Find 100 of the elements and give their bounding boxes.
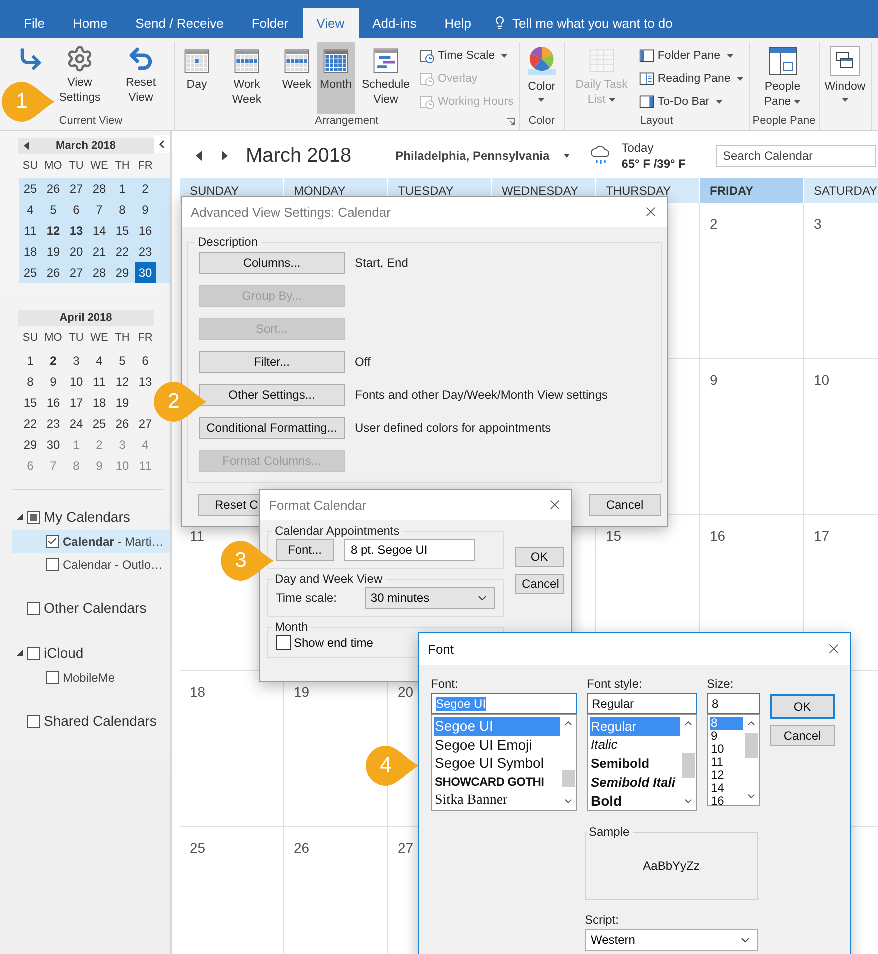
date[interactable]: 4 — [95, 350, 104, 371]
list-item[interactable]: Segoe UI Emoji — [434, 736, 560, 754]
ribbon-button[interactable]: Reset View — [111, 42, 171, 114]
date[interactable]: 27 — [68, 178, 84, 199]
date[interactable]: 28 — [92, 262, 108, 283]
date[interactable]: 17 — [68, 392, 84, 413]
date[interactable]: 30 — [46, 434, 62, 455]
ribbon-tab[interactable]: Send / Receive — [122, 8, 238, 38]
ribbon-button[interactable]: Week — [278, 42, 316, 114]
date[interactable]: 10 — [68, 371, 84, 392]
ribbon-button[interactable]: Window — [822, 42, 868, 114]
ribbon-tab[interactable]: View — [302, 8, 359, 38]
scroll-thumb[interactable] — [745, 733, 758, 758]
calendar-day-cell[interactable]: 26 — [284, 827, 388, 954]
date[interactable]: 26 — [46, 178, 62, 199]
calendar-day-cell[interactable]: 3 — [804, 203, 878, 359]
expander-icon[interactable] — [17, 650, 23, 656]
date[interactable]: 29 — [114, 262, 130, 283]
date[interactable]: 5 — [118, 350, 127, 371]
date[interactable]: 15 — [114, 220, 130, 241]
checkbox[interactable] — [46, 671, 59, 684]
dialog-button[interactable]: Cancel — [589, 494, 661, 516]
date[interactable]: 2 — [141, 178, 150, 199]
ribbon-button[interactable]: Month — [317, 42, 355, 114]
ribbon-button[interactable]: Color — [522, 42, 561, 114]
font-button[interactable]: Font... — [276, 539, 334, 561]
date[interactable]: 18 — [92, 392, 108, 413]
date[interactable]: 8 — [26, 371, 35, 392]
date[interactable]: 23 — [138, 241, 154, 262]
date[interactable]: 6 — [72, 199, 81, 220]
expander-icon[interactable] — [17, 514, 23, 520]
folder-name[interactable]: Shared Calendars — [44, 713, 157, 729]
list-item[interactable]: 11 — [710, 756, 743, 769]
date[interactable]: 2 — [49, 350, 58, 371]
date[interactable]: 25 — [92, 413, 108, 434]
date[interactable]: 21 — [92, 241, 108, 262]
date[interactable]: 27 — [138, 413, 154, 434]
date[interactable]: 9 — [49, 371, 58, 392]
calendar-day-cell[interactable]: 2 — [700, 203, 804, 359]
checkbox[interactable] — [46, 535, 59, 548]
dialog-button[interactable]: Columns... — [199, 252, 345, 274]
date[interactable]: 11 — [23, 220, 38, 241]
date[interactable]: 28 — [92, 178, 108, 199]
dialog-button[interactable]: Filter... — [199, 351, 345, 373]
date[interactable]: 1 — [118, 178, 127, 199]
list-item[interactable]: SHOWCARD GOTHI — [434, 772, 560, 792]
ribbon-tab[interactable]: Add-ins — [358, 8, 431, 38]
date[interactable]: 16 — [46, 392, 62, 413]
date[interactable]: 19 — [114, 392, 130, 413]
list-item[interactable]: 9 — [710, 730, 743, 743]
list-item[interactable]: 10 — [710, 743, 743, 756]
date[interactable]: 13 — [68, 220, 84, 241]
date[interactable]: 14 — [92, 220, 108, 241]
dialog-button[interactable]: Other Settings... — [199, 384, 345, 406]
date[interactable]: 6 — [141, 350, 150, 371]
calendar-day-cell[interactable]: 10 — [804, 359, 878, 515]
dialog-button[interactable]: Cancel — [515, 574, 564, 594]
text-field[interactable]: 8 — [707, 693, 760, 714]
date[interactable]: 15 — [22, 392, 38, 413]
date[interactable]: 20 — [68, 241, 84, 262]
list-item[interactable]: Semibold Itali — [590, 772, 680, 792]
checkbox[interactable] — [46, 558, 59, 571]
ribbon-button[interactable]: Reading Pane — [636, 69, 746, 89]
calendar-day-cell[interactable]: 25 — [180, 827, 284, 954]
date[interactable]: 22 — [114, 241, 130, 262]
list-item[interactable]: Segoe UI Symbol — [434, 754, 560, 773]
date[interactable]: 19 — [46, 241, 62, 262]
search-field[interactable]: Search Calendar — [716, 145, 876, 167]
ribbon-button[interactable]: Folder Pane — [636, 46, 746, 66]
calendar-item[interactable]: Calendar - Outlo… — [12, 553, 170, 576]
dialog-button[interactable]: OK — [515, 547, 564, 567]
list-item[interactable]: 16 — [710, 795, 743, 805]
date[interactable]: 24 — [68, 413, 84, 434]
date[interactable]: 12 — [46, 220, 62, 241]
ribbon-tab[interactable]: Home — [58, 8, 122, 38]
date[interactable]: 29 — [22, 434, 38, 455]
folder-name[interactable]: My Calendars — [44, 509, 130, 525]
ribbon-button[interactable]: Schedule View — [356, 42, 416, 114]
date[interactable]: 11 — [92, 371, 107, 392]
date[interactable]: 27 — [68, 262, 84, 283]
dialog-launcher-icon[interactable] — [506, 118, 515, 126]
ribbon-button[interactable]: People Pane — [752, 42, 813, 114]
date[interactable]: 16 — [138, 220, 154, 241]
checkbox[interactable] — [276, 635, 291, 650]
text-field[interactable]: Regular — [587, 693, 697, 714]
calendar-item[interactable]: Calendar - Marti… — [12, 530, 170, 553]
checkbox[interactable] — [27, 646, 40, 660]
scroll-thumb[interactable] — [562, 770, 575, 787]
ribbon-button[interactable]: Day — [178, 42, 216, 114]
dialog-button[interactable]: OK — [770, 694, 835, 719]
time-scale-select[interactable]: 30 minutes — [364, 587, 495, 609]
calendar-day-cell[interactable]: 9 — [700, 359, 804, 515]
dialog-button[interactable]: Cancel — [770, 725, 835, 746]
date[interactable]: 3 — [72, 350, 81, 371]
date[interactable]: 26 — [46, 262, 62, 283]
location-dropdown[interactable]: Philadelphia, Pennsylvania — [396, 149, 570, 163]
checkbox[interactable] — [27, 602, 40, 614]
list-item[interactable]: Italic — [590, 736, 680, 754]
date[interactable]: 8 — [118, 199, 127, 220]
script-select[interactable]: Western — [585, 929, 758, 951]
